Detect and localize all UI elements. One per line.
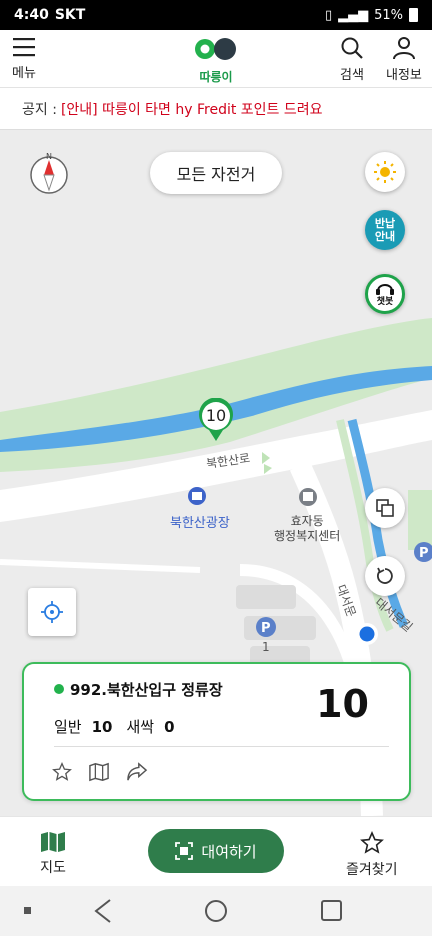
rent-button[interactable]: 대여하기 xyxy=(148,829,284,873)
notice-message[interactable]: [안내] 따릉이 타면 hy Fredit 포인트 드려요 xyxy=(61,99,323,119)
hamburger-icon xyxy=(13,38,35,57)
chatbot-button[interactable]: 챗봇 xyxy=(365,274,405,314)
crosshair-icon xyxy=(41,601,63,623)
my-info-button[interactable]: 내정보 xyxy=(386,36,422,83)
tab-favorites-label: 즐겨찾기 xyxy=(346,862,398,878)
app-logo[interactable]: 따릉이 xyxy=(188,36,244,85)
logo-text: 따릉이 xyxy=(199,70,233,84)
logo-icon xyxy=(195,38,236,60)
card-divider xyxy=(54,746,389,747)
menu-button[interactable]: 메뉴 xyxy=(12,36,36,81)
signal-icon: ▂▄▆ xyxy=(338,7,369,23)
bike-counts: 일반 10 새싹 0 xyxy=(54,716,189,737)
tab-favorites[interactable]: 즐겨찾기 xyxy=(346,831,398,879)
compass-icon: N xyxy=(30,152,68,194)
svg-text:P: P xyxy=(419,546,429,561)
scan-icon xyxy=(175,842,194,860)
total-count: 10 xyxy=(316,682,369,726)
tab-map[interactable]: 지도 xyxy=(40,831,66,877)
plaza-label: 북한산광장 xyxy=(170,516,230,531)
recents-dot-icon xyxy=(24,907,31,914)
my-location-button[interactable] xyxy=(28,588,76,636)
layers-button[interactable] xyxy=(365,488,405,528)
star-icon[interactable] xyxy=(52,762,72,782)
svg-text:P: P xyxy=(261,621,271,636)
station-pin[interactable]: 10 xyxy=(197,397,235,442)
station-card[interactable]: 992.북한산입구 정류장 일반 10 새싹 0 10 xyxy=(22,662,411,801)
layers-icon xyxy=(376,499,394,517)
system-nav-icons xyxy=(24,899,342,923)
return-guide-button[interactable]: 반납 안내 xyxy=(365,210,405,250)
share-icon[interactable] xyxy=(126,762,148,782)
return-guide-label: 반납 안내 xyxy=(374,217,396,243)
search-icon xyxy=(341,37,363,59)
general-count: 10 xyxy=(91,718,113,736)
svg-text:N: N xyxy=(46,152,52,161)
refresh-icon xyxy=(377,567,393,584)
status-bar: 4:40 SKT ▯ ▂▄▆ 51% xyxy=(0,0,432,30)
notice-bar[interactable]: 공지 : [안내] 따릉이 타면 hy Fredit 포인트 드려요 xyxy=(0,88,432,130)
system-nav-bar xyxy=(0,886,432,936)
search-label: 검색 xyxy=(340,68,364,83)
station-status-dot xyxy=(54,684,64,694)
vibrate-icon: ▯ xyxy=(324,7,333,23)
chatbot-label: 챗봇 xyxy=(376,297,394,307)
parking-number: 1 xyxy=(262,640,270,654)
star-tab-icon xyxy=(359,831,384,854)
person-icon xyxy=(392,37,415,60)
weather-button[interactable] xyxy=(365,152,405,192)
general-label: 일반 xyxy=(54,718,82,736)
overview-icon xyxy=(321,900,342,921)
tab-map-label: 지도 xyxy=(40,860,66,876)
notice-label: 공지 : xyxy=(22,101,57,118)
my-info-label: 내정보 xyxy=(386,68,422,83)
rent-label: 대여하기 xyxy=(201,842,257,861)
search-button[interactable]: 검색 xyxy=(340,36,364,83)
app-header: 메뉴 따릉이 검색 내정보 xyxy=(0,30,432,88)
sun-icon xyxy=(374,161,396,183)
sprout-count: 0 xyxy=(164,718,175,736)
battery-icon xyxy=(409,8,418,22)
center-label: 효자동 행정복지센터 xyxy=(274,514,341,543)
back-icon xyxy=(94,899,111,923)
status-time: 4:40 xyxy=(14,7,49,23)
menu-label: 메뉴 xyxy=(12,66,36,81)
compass-button[interactable]: N xyxy=(26,152,72,198)
station-name: 992.북한산입구 정류장 xyxy=(70,681,223,699)
station-pin-count: 10 xyxy=(205,406,227,425)
status-carrier: SKT xyxy=(54,7,86,23)
sprout-label: 새싹 xyxy=(126,718,155,736)
all-bikes-button[interactable]: 모든 자전거 xyxy=(150,152,282,194)
home-icon xyxy=(205,900,227,922)
map-tab-icon xyxy=(41,832,65,852)
headset-icon xyxy=(376,284,394,295)
bottom-tab-bar: 지도 대여하기 즐겨찾기 xyxy=(0,816,432,886)
card-actions xyxy=(52,762,148,782)
battery-percent: 51% xyxy=(374,7,403,23)
refresh-button[interactable] xyxy=(365,556,405,596)
map-icon[interactable] xyxy=(88,762,110,782)
